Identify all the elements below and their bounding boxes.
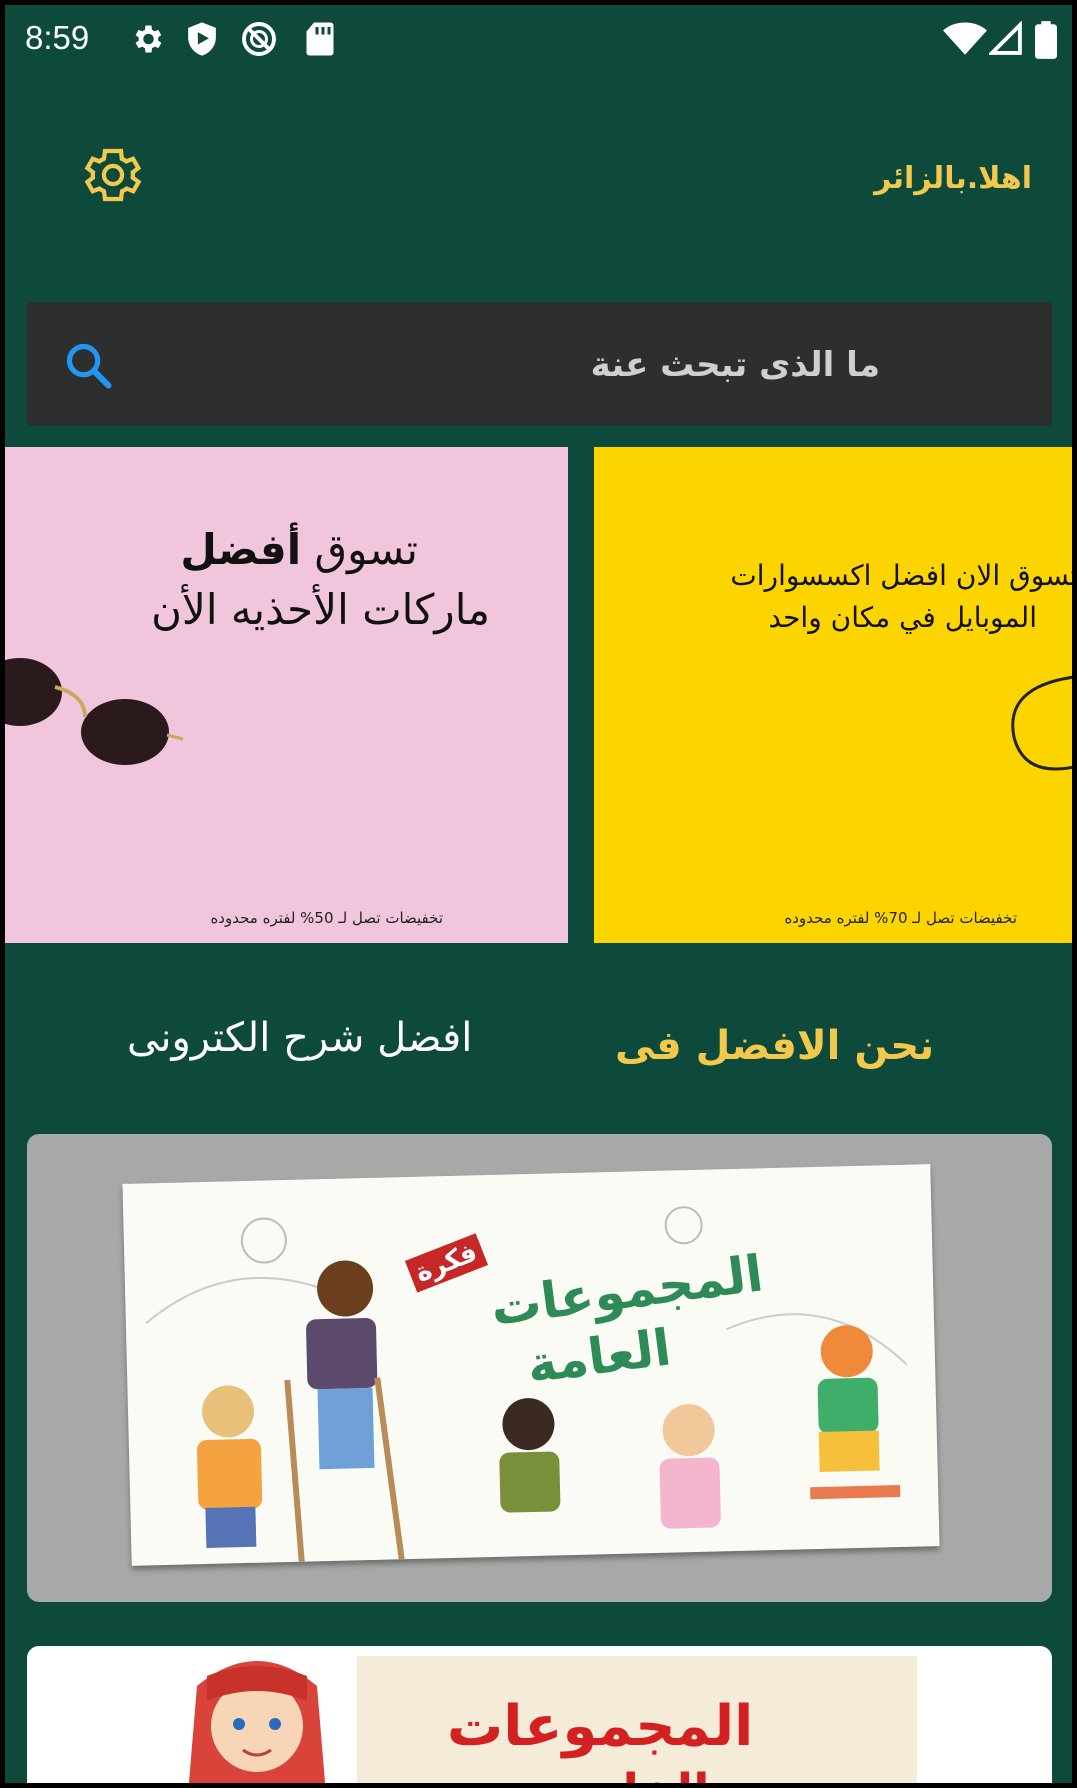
card-public-groups[interactable]: فكرة المجموعات العامة [27,1134,1052,1602]
earphone-cable-image [1011,675,1072,771]
search-input[interactable] [158,332,882,398]
public-groups-poster: فكرة المجموعات العامة [122,1164,940,1566]
private-groups-subtitle: الخاصة [547,1764,710,1783]
banner-accessories-line2: الموبايل في مكان واحد [768,601,1037,634]
banner-shoes-prefix: تسوق [301,525,418,574]
tagline-white: افضل شرح الكترونى [127,1015,473,1061]
status-time: 8:59 [25,19,90,56]
banner-shoes-line1: تسوق أفضل [180,525,418,574]
search-bar [27,302,1052,426]
shield-play-icon [188,22,216,56]
banner-accessories-line1: تسوق الان افضل اكسسوارات [730,559,1072,592]
private-groups-title: المجموعات [447,1694,754,1759]
sunglasses-image [5,658,184,765]
search-icon[interactable] [63,340,115,392]
signal-icon [989,21,1022,55]
battery-icon [1035,21,1057,59]
banner-accessories-promo: تخفيضات تصل لـ 70% لفتره محدوده [784,909,1017,927]
banner-shoes-line2: ماركات الأحذيه الأن [151,585,490,634]
gear-icon [135,25,162,53]
app-screen: 8:59 اهلا.بالزائر ما الذى تبحث عنة تسوق … [5,5,1072,1783]
card-private-groups[interactable]: المجموعات الخاصة [27,1646,1052,1783]
tagline-gold: نحن الافضل فى [615,1023,935,1069]
banner-shoes-bold: أفضل [180,525,302,574]
status-bar: 8:59 [5,5,1072,75]
sd-card-icon [306,22,334,56]
banner-shoes[interactable]: تسوق أفضل ماركات الأحذيه الأن تخفيضات تص… [5,447,568,943]
settings-gear-icon[interactable] [81,143,145,207]
greeting-text: اهلا.بالزائر [874,161,1032,196]
wifi-icon [943,22,987,55]
banner-shoes-promo: تخفيضات تصل لـ 50% لفتره محدوده [210,909,443,927]
do-not-disturb-icon [242,22,276,56]
banner-accessories[interactable]: تسوق الان افضل اكسسوارات الموبايل في مكا… [594,447,1072,943]
girl-illustration [188,1661,326,1783]
